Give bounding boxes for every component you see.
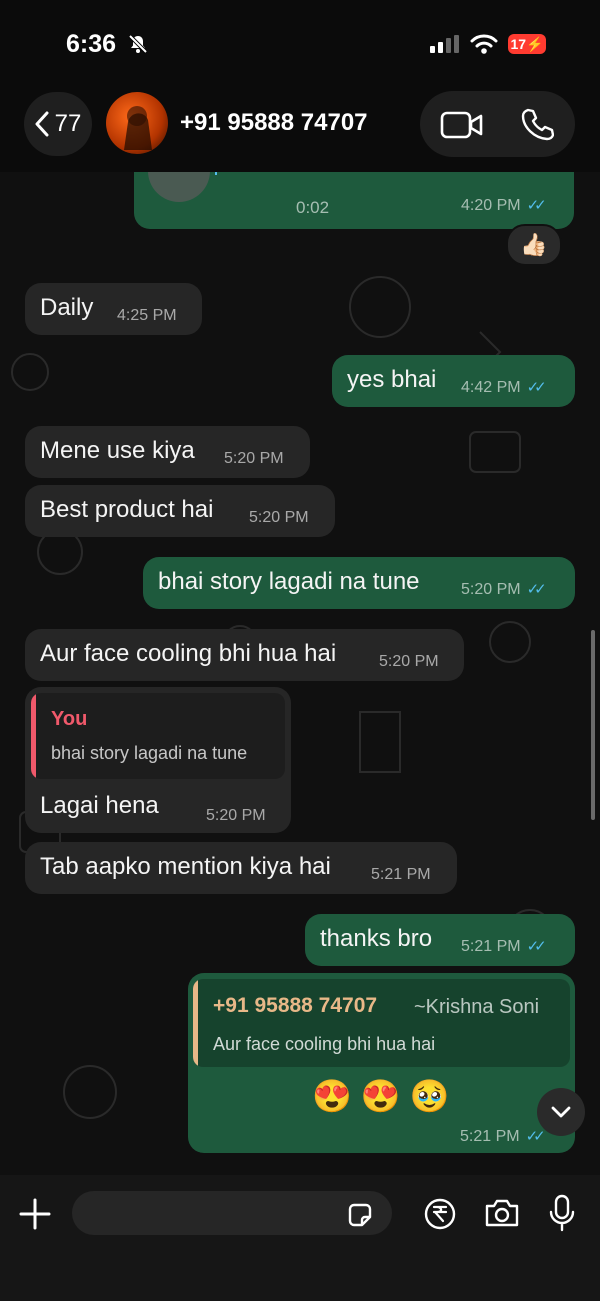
incoming-message[interactable]: Daily 4:25 PM — [25, 283, 202, 335]
cell-signal-icon — [430, 35, 459, 53]
contact-avatar[interactable] — [106, 92, 168, 154]
incoming-message[interactable]: Aur face cooling bhi hua hai 5:20 PM — [25, 629, 464, 681]
read-ticks-icon: ✓✓ — [525, 1128, 546, 1145]
battery-level: 17 — [510, 36, 527, 52]
incoming-message[interactable]: Mene use kiya 5:20 PM — [25, 426, 310, 478]
reaction-badge[interactable]: 👍🏻 — [506, 224, 562, 266]
emoji-message: 😍 😍 🥹 — [312, 1078, 450, 1114]
outgoing-reply-message[interactable]: +91 95888 74707 ~Krishna Soni Aur face c… — [188, 973, 575, 1153]
quoted-message[interactable]: +91 95888 74707 ~Krishna Soni Aur face c… — [193, 979, 570, 1067]
battery-indicator: 17⚡ — [508, 34, 546, 54]
quote-text: bhai story lagadi na tune — [51, 743, 248, 763]
outgoing-message[interactable]: yes bhai 4:42 PM ✓✓ — [332, 355, 575, 407]
quote-accent-bar — [31, 693, 36, 779]
message-text: Best product hai — [40, 496, 214, 523]
unread-count: 77 — [54, 110, 82, 137]
incoming-message[interactable]: Tab aapko mention kiya hai 5:21 PM — [25, 842, 457, 894]
scrollbar[interactable] — [591, 630, 595, 820]
read-ticks-icon: ✓✓ — [526, 379, 547, 396]
message-time: 5:20 PM ✓✓ — [461, 581, 547, 598]
quote-author: +91 95888 74707 — [213, 994, 378, 1017]
quote-accent-bar — [193, 979, 198, 1067]
call-buttons — [420, 91, 575, 157]
message-text: Lagai hena — [40, 792, 159, 819]
video-call-icon[interactable] — [440, 111, 484, 139]
message-time: 5:20 PM — [249, 509, 309, 526]
chat-area[interactable]: 0:02 4:20 PM ✓✓ 👍🏻 Daily 4:25 PM yes bhai… — [0, 172, 600, 1175]
message-time: 5:21 PM ✓✓ — [461, 938, 547, 955]
message-text: yes bhai — [347, 366, 437, 393]
message-time: 4:42 PM ✓✓ — [461, 379, 547, 396]
message-text: Mene use kiya — [40, 437, 195, 464]
quoted-message[interactable]: You bhai story lagadi na tune — [31, 693, 285, 779]
wifi-icon — [470, 34, 498, 54]
outgoing-message[interactable]: thanks bro 5:21 PM ✓✓ — [305, 914, 575, 966]
read-ticks-icon: ✓✓ — [526, 197, 547, 214]
voice-note-bubble[interactable]: 0:02 4:20 PM ✓✓ — [134, 172, 574, 229]
read-ticks-icon: ✓✓ — [526, 938, 547, 955]
message-text: Daily — [40, 294, 94, 321]
scroll-to-bottom-button[interactable] — [537, 1088, 585, 1136]
camera-icon[interactable] — [483, 1197, 521, 1229]
voice-note-avatar — [148, 172, 210, 202]
message-input[interactable] — [72, 1191, 392, 1235]
message-time: 4:25 PM — [117, 307, 177, 324]
contact-name[interactable]: +91 95888 74707 — [180, 109, 368, 137]
message-time: 5:20 PM — [224, 450, 284, 467]
plus-icon[interactable] — [18, 1197, 52, 1231]
silent-bell-icon — [128, 34, 148, 54]
incoming-reply-message[interactable]: You bhai story lagadi na tune Lagai hena… — [25, 687, 291, 833]
message-text: thanks bro — [320, 925, 433, 952]
chevron-left-icon — [35, 111, 49, 137]
quote-author: You — [51, 708, 88, 730]
microphone-icon[interactable] — [548, 1194, 576, 1232]
message-text: bhai story lagadi na tune — [158, 568, 420, 595]
message-time: 5:21 PM — [371, 866, 431, 883]
chevron-down-icon — [551, 1106, 571, 1118]
quote-author-name: ~Krishna Soni — [414, 996, 540, 1018]
incoming-message[interactable]: Best product hai 5:20 PM — [25, 485, 335, 537]
read-ticks-icon: ✓✓ — [526, 581, 547, 598]
voice-note-duration: 0:02 — [296, 198, 330, 217]
microphone-icon — [215, 172, 217, 175]
message-time: 4:20 PM ✓✓ — [461, 197, 547, 214]
message-time: 5:21 PM ✓✓ — [460, 1128, 546, 1145]
sticker-icon[interactable] — [346, 1201, 374, 1229]
voice-call-icon[interactable] — [520, 107, 554, 141]
quote-text: Aur face cooling bhi hua hai — [213, 1034, 436, 1054]
status-time: 6:36 — [66, 30, 117, 58]
back-button[interactable]: 77 — [24, 92, 92, 156]
message-text: Tab aapko mention kiya hai — [40, 853, 331, 880]
message-time: 5:20 PM — [379, 653, 439, 670]
message-text: Aur face cooling bhi hua hai — [40, 640, 337, 667]
rupee-payment-icon[interactable] — [423, 1197, 457, 1231]
message-time: 5:20 PM — [206, 807, 266, 824]
outgoing-message[interactable]: bhai story lagadi na tune 5:20 PM ✓✓ — [143, 557, 575, 609]
